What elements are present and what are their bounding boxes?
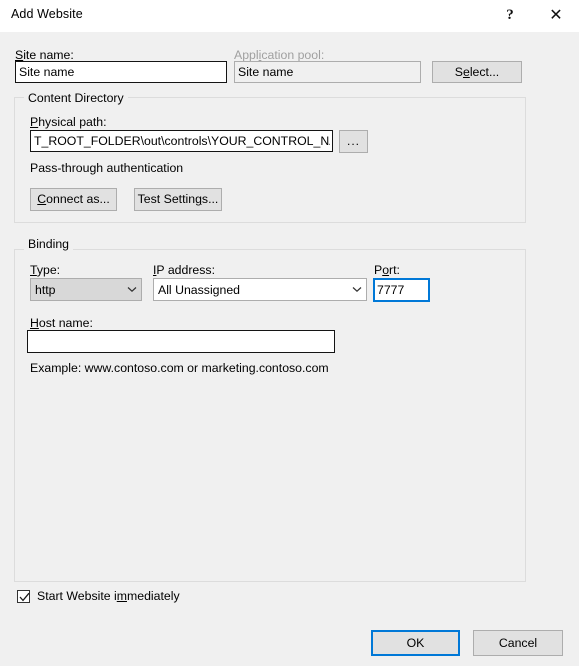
help-button[interactable]: ? (489, 0, 531, 31)
start-website-label: Start Website immediately (37, 589, 180, 603)
connect-as-button[interactable]: Connect as... (30, 188, 117, 211)
select-app-pool-button[interactable]: Select... (432, 61, 522, 83)
start-website-checkbox[interactable] (17, 589, 30, 603)
physical-path-label: Physical path: (30, 115, 107, 129)
start-website-checkbox-row[interactable]: Start Website immediately (17, 589, 180, 603)
ip-address-dropdown-value: All Unassigned (158, 282, 241, 297)
ip-address-dropdown[interactable]: All Unassigned (153, 278, 367, 301)
close-icon: ✕ (549, 6, 563, 24)
physical-path-input[interactable] (30, 130, 333, 152)
cancel-button[interactable]: Cancel (473, 630, 563, 656)
window-title: Add Website (11, 7, 83, 21)
type-label: Type: (30, 263, 61, 277)
host-name-input[interactable] (27, 330, 335, 353)
ok-button[interactable]: OK (371, 630, 460, 656)
browse-physical-path-button[interactable]: ... (339, 130, 368, 153)
question-mark-icon: ? (506, 7, 514, 23)
host-name-example-text: Example: www.contoso.com or marketing.co… (30, 361, 329, 375)
ip-address-label: IP address: (153, 263, 215, 277)
chevron-down-icon (123, 286, 141, 293)
passthrough-authentication-text: Pass-through authentication (30, 161, 184, 175)
application-pool-label: Application pool: (234, 48, 325, 62)
application-pool-input[interactable] (234, 61, 421, 83)
title-bar: Add Website ? ✕ (0, 0, 579, 32)
chevron-down-icon (348, 286, 366, 293)
test-settings-button[interactable]: Test Settings... (134, 188, 222, 211)
content-directory-legend: Content Directory (24, 91, 128, 105)
port-label: Port: (374, 263, 400, 277)
checkmark-icon (19, 592, 30, 601)
binding-legend: Binding (24, 237, 74, 251)
type-dropdown-value: http (35, 282, 56, 297)
site-name-label: Site name: (15, 48, 74, 62)
ellipsis-icon: ... (346, 134, 360, 149)
close-button[interactable]: ✕ (535, 0, 577, 31)
site-name-input[interactable] (15, 61, 227, 83)
type-dropdown[interactable]: http (30, 278, 142, 301)
host-name-label: Host name: (30, 316, 93, 330)
port-input[interactable] (373, 278, 430, 302)
